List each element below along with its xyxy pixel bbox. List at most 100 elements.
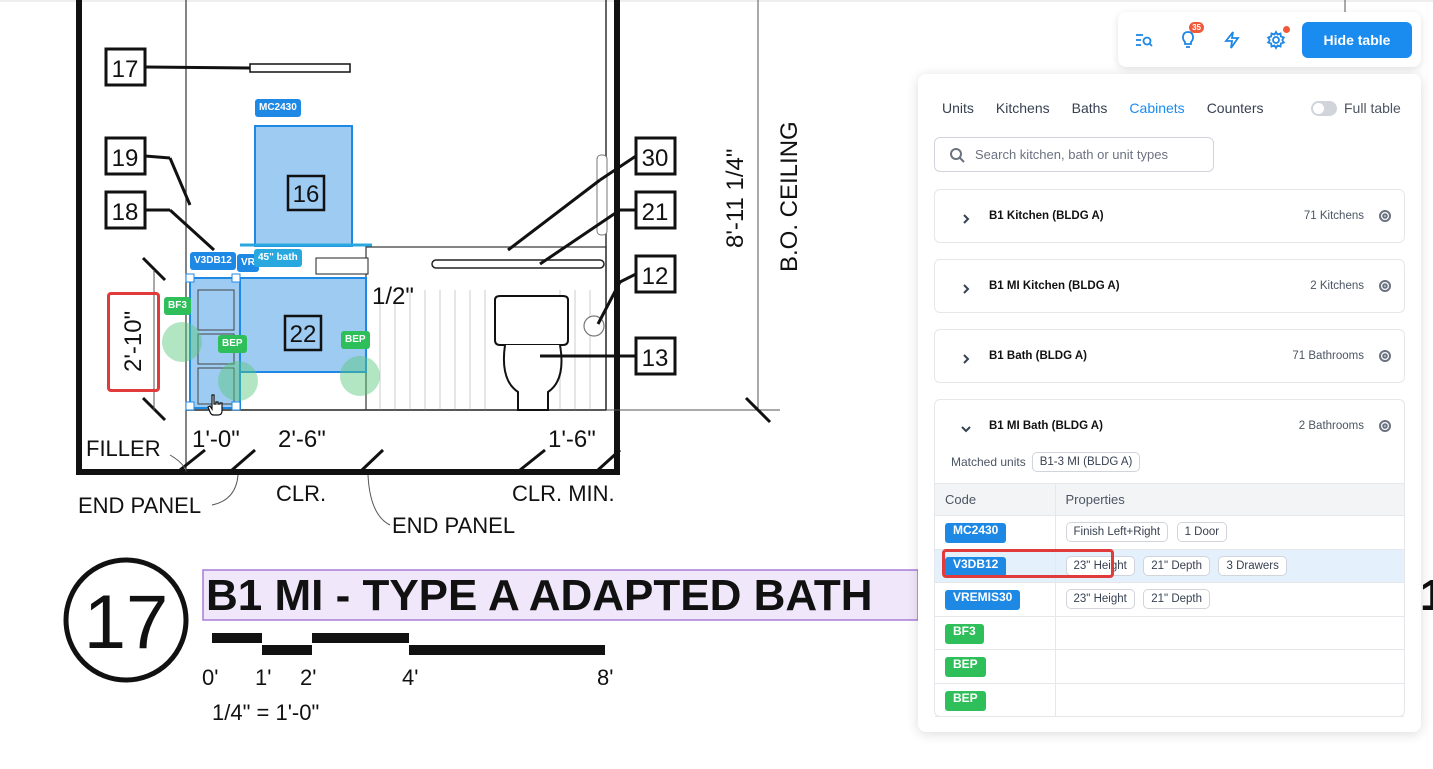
table-row[interactable]: BEP	[935, 649, 1404, 684]
search-input[interactable]	[975, 147, 1205, 162]
callout-16: 16	[293, 181, 320, 208]
table-row[interactable]: VREMIS30 23" Height 21" Depth	[935, 582, 1404, 617]
property-chip: 21" Depth	[1143, 555, 1211, 576]
toggle-switch[interactable]	[1311, 100, 1337, 116]
tag-bep-2[interactable]: BEP	[341, 331, 370, 349]
target-icon[interactable]	[1378, 349, 1392, 363]
dim-width-3: 1'-6"	[548, 426, 596, 453]
label-end-panel-left: END PANEL	[78, 493, 201, 518]
scale-tick-1: 1'	[255, 665, 271, 690]
dim-width-1: 1'-0"	[192, 426, 240, 453]
callout-17: 17	[112, 56, 139, 83]
tag-bep-1[interactable]: BEP	[218, 335, 247, 353]
code-pill[interactable]: BEP	[945, 690, 986, 711]
lightbulb-icon[interactable]: 35	[1174, 21, 1204, 54]
target-icon[interactable]	[1378, 279, 1392, 293]
property-chip: 1 Door	[1176, 522, 1228, 543]
property-chip: 23" Height	[1065, 589, 1135, 610]
tab-units[interactable]: Units	[942, 100, 974, 116]
code-pill[interactable]: MC2430	[945, 523, 1007, 544]
property-chip: 21" Depth	[1143, 589, 1211, 610]
dim-half: 1/2"	[372, 283, 414, 310]
callout-12: 12	[642, 263, 669, 290]
property-chip: 3 Drawers	[1218, 555, 1287, 576]
search-icon	[950, 147, 965, 163]
group-title: B1 MI Bath (BLDG A)	[989, 420, 1103, 432]
chevron-right-icon[interactable]	[961, 351, 971, 364]
matched-units-label: Matched units	[951, 455, 1026, 469]
chevron-right-icon[interactable]	[961, 281, 971, 294]
search-box[interactable]	[934, 137, 1214, 172]
tab-cabinets[interactable]: Cabinets	[1129, 100, 1184, 116]
callout-30: 30	[642, 145, 669, 172]
callout-22: 22	[290, 321, 317, 348]
scale-note: 1/4" = 1'-0"	[212, 700, 319, 725]
toolbar: 35 Hide table	[1118, 12, 1421, 67]
matched-unit-chip[interactable]: B1-3 MI (BLDG A)	[1031, 452, 1141, 472]
panel-tabs: Units Kitchens Baths Cabinets Counters	[942, 100, 1286, 116]
title-number: 17	[84, 580, 169, 665]
column-header-code: Code	[935, 483, 1056, 516]
tag-v3db12[interactable]: V3DB12	[190, 252, 236, 270]
scale-tick-8: 8'	[597, 665, 613, 690]
group-count: 2 Bathrooms	[1298, 420, 1364, 432]
tab-counters[interactable]: Counters	[1207, 100, 1264, 116]
target-icon[interactable]	[1378, 419, 1392, 433]
label-end-panel-right: END PANEL	[392, 513, 515, 538]
group-title: B1 Kitchen (BLDG A)	[989, 210, 1104, 222]
callout-21: 21	[642, 199, 669, 226]
dim-ceiling-height: 8'-11 1/4"	[722, 149, 749, 248]
hide-table-button[interactable]: Hide table	[1302, 22, 1412, 58]
group-b1-kitchen: B1 Kitchen (BLDG A) 71 Kitchens	[934, 189, 1405, 243]
tab-baths[interactable]: Baths	[1072, 100, 1108, 116]
target-icon[interactable]	[1378, 209, 1392, 223]
group-header[interactable]: B1 MI Bath (BLDG A) 2 Bathrooms	[935, 400, 1404, 452]
group-header[interactable]: B1 MI Kitchen (BLDG A) 2 Kitchens	[935, 260, 1404, 312]
table-row[interactable]: BEP	[935, 683, 1404, 717]
tag-mc2430[interactable]: MC2430	[255, 99, 301, 117]
property-chip: Finish Left+Right	[1065, 522, 1169, 543]
edge-glyph: 1	[1420, 571, 1433, 620]
hand-cursor-icon	[207, 394, 223, 416]
group-count: 71 Kitchens	[1303, 210, 1364, 222]
highlight-box-row	[942, 549, 1114, 578]
lightning-icon[interactable]	[1218, 26, 1246, 54]
group-title: B1 MI Kitchen (BLDG A)	[989, 280, 1120, 292]
code-pill[interactable]: BF3	[945, 623, 984, 644]
chevron-down-icon[interactable]	[961, 421, 971, 433]
label-clr: CLR.	[276, 481, 326, 506]
search-list-icon[interactable]	[1130, 26, 1158, 54]
group-count: 71 Bathrooms	[1292, 350, 1364, 362]
cabinets-panel: Units Kitchens Baths Cabinets Counters F…	[918, 74, 1421, 732]
callout-18: 18	[112, 199, 139, 226]
tag-bf3[interactable]: BF3	[164, 297, 191, 315]
tab-kitchens[interactable]: Kitchens	[996, 100, 1050, 116]
table-row[interactable]: MC2430 Finish Left+Right 1 Door	[935, 515, 1404, 550]
group-b1-mi-kitchen: B1 MI Kitchen (BLDG A) 2 Kitchens	[934, 259, 1405, 313]
table-row[interactable]: BF3	[935, 616, 1404, 650]
scale-tick-2: 2'	[300, 665, 316, 690]
full-table-toggle[interactable]: Full table	[1311, 100, 1401, 116]
notification-dot	[1283, 25, 1290, 33]
group-header[interactable]: B1 Kitchen (BLDG A) 71 Kitchens	[935, 190, 1404, 242]
cabinet-table: Code Properties MC2430 Finish Left+Right…	[935, 483, 1404, 717]
matched-units: Matched units B1-3 MI (BLDG A)	[951, 452, 1141, 472]
group-title: B1 Bath (BLDG A)	[989, 350, 1087, 362]
scale-tick-0: 0'	[202, 665, 218, 690]
group-count: 2 Kitchens	[1310, 280, 1364, 292]
scale-tick-4: 4'	[402, 665, 418, 690]
column-header-properties: Properties	[1055, 483, 1404, 516]
highlight-box-dimension	[107, 292, 160, 392]
full-table-label: Full table	[1344, 100, 1401, 116]
dim-width-2: 2'-6"	[278, 426, 326, 453]
group-header[interactable]: B1 Bath (BLDG A) 71 Bathrooms	[935, 330, 1404, 382]
chevron-right-icon[interactable]	[961, 211, 971, 224]
label-clr-min: CLR. MIN.	[512, 481, 615, 506]
gear-icon[interactable]	[1262, 25, 1290, 54]
ceiling-label: B.O. CEILING	[776, 121, 803, 272]
tag-bath-45[interactable]: 45" bath	[254, 249, 302, 267]
callout-13: 13	[642, 345, 669, 372]
code-pill[interactable]: BEP	[945, 657, 986, 678]
code-pill[interactable]: VREMIS30	[945, 590, 1021, 611]
ideas-count-badge: 35	[1189, 21, 1204, 33]
